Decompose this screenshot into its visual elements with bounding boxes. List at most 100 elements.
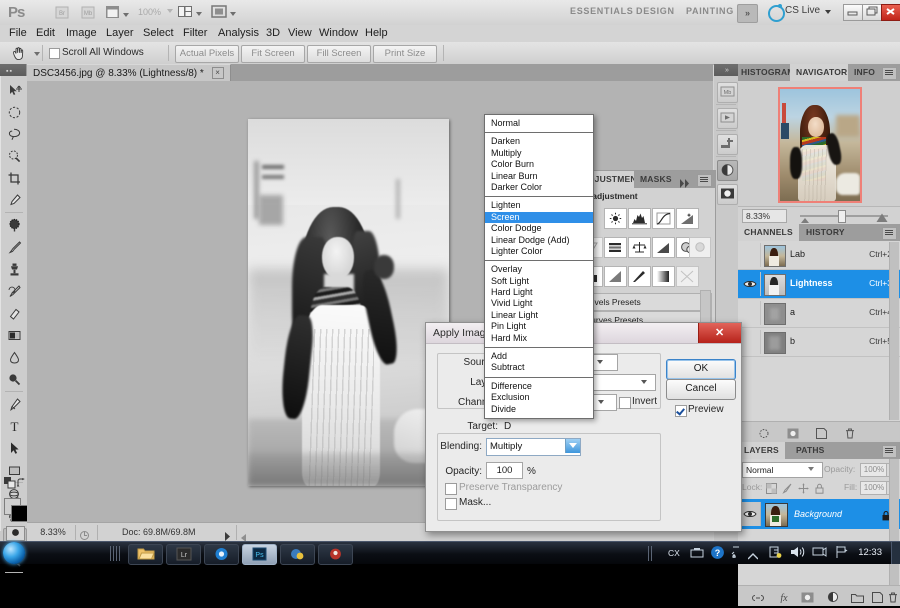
- actual-pixels-button[interactable]: Actual Pixels: [175, 45, 239, 63]
- mini-bridge-button[interactable]: Mb: [78, 4, 100, 23]
- swap-colors-icon[interactable]: [17, 476, 27, 494]
- blend-option-subtract[interactable]: Subtract: [485, 362, 593, 373]
- bridge-button[interactable]: Br: [52, 4, 74, 23]
- new-group-icon[interactable]: [851, 590, 864, 603]
- blend-option-linear-burn[interactable]: Linear Burn: [485, 171, 593, 182]
- blend-option-lighten[interactable]: Lighten: [485, 200, 593, 211]
- elliptical-marquee-tool[interactable]: [3, 102, 25, 123]
- window-close-button[interactable]: [881, 4, 900, 21]
- brightness-contrast-icon[interactable]: [604, 208, 627, 229]
- tray-action-center-icon[interactable]: [768, 545, 782, 564]
- delete-layer-icon[interactable]: [888, 590, 900, 603]
- menu-edit[interactable]: Edit: [32, 27, 59, 40]
- curves-icon[interactable]: [652, 208, 675, 229]
- blend-option-linear-dodge-add[interactable]: Linear Dodge (Add): [485, 235, 593, 246]
- tray-device-icon[interactable]: [690, 546, 704, 564]
- black-white-icon[interactable]: [652, 237, 675, 258]
- view-extras-button[interactable]: [104, 4, 134, 23]
- exposure-icon[interactable]: [676, 208, 699, 229]
- menu-analysis[interactable]: Analysis: [214, 27, 263, 40]
- navigator-panel-menu-icon[interactable]: [882, 67, 897, 80]
- horizontal-type-tool[interactable]: T: [3, 416, 25, 437]
- history-brush-tool[interactable]: [3, 281, 25, 302]
- lock-position-icon[interactable]: [798, 481, 809, 492]
- quick-mask-mode-button[interactable]: [6, 526, 25, 541]
- channel-mixer-icon[interactable]: [689, 237, 711, 258]
- blend-option-pin-light[interactable]: Pin Light: [485, 321, 593, 332]
- show-desktop-button[interactable]: [891, 542, 900, 564]
- new-adjustment-layer-icon[interactable]: [827, 590, 840, 603]
- window-minimize-button[interactable]: [843, 4, 864, 21]
- lock-all-icon[interactable]: [814, 481, 825, 492]
- blend-option-hard-mix[interactable]: Hard Mix: [485, 333, 593, 344]
- eyedropper-tool[interactable]: [3, 190, 25, 211]
- fit-screen-button[interactable]: Fit Screen: [241, 45, 305, 63]
- threshold-icon[interactable]: [628, 266, 651, 287]
- layer-chevron-down-icon[interactable]: [641, 380, 647, 384]
- blending-mode-select[interactable]: Multiply: [486, 438, 581, 456]
- clone-stamp-tool[interactable]: [3, 259, 25, 280]
- document-tab[interactable]: DSC3456.jpg @ 8.33% (Lightness/8) * ×: [27, 64, 231, 82]
- menu-window[interactable]: Window: [315, 27, 362, 40]
- adjustments-expand-icon[interactable]: [680, 175, 692, 193]
- path-selection-tool[interactable]: [3, 438, 25, 459]
- layer-name[interactable]: Background: [794, 509, 842, 519]
- fill-screen-button[interactable]: Fill Screen: [307, 45, 371, 63]
- layers-scrollbar[interactable]: [889, 459, 899, 585]
- levels-icon[interactable]: [628, 208, 651, 229]
- document-canvas-image[interactable]: [248, 119, 449, 486]
- arrange-documents-button[interactable]: [176, 4, 206, 23]
- navigator-thumbnail[interactable]: [778, 87, 862, 203]
- tray-flag-icon[interactable]: [834, 545, 848, 564]
- layer-blend-chevron-down-icon[interactable]: [808, 467, 814, 471]
- channel-visibility-toggle[interactable]: [740, 301, 761, 325]
- lasso-tool[interactable]: [3, 124, 25, 145]
- blend-option-lighter-color[interactable]: Lighter Color: [485, 246, 593, 257]
- cs-live-chevron-down-icon[interactable]: [825, 10, 831, 14]
- blend-option-hard-light[interactable]: Hard Light: [485, 287, 593, 298]
- status-doc-info[interactable]: Doc: 69.8M/69.8M: [122, 527, 196, 537]
- windows-start-button[interactable]: [3, 542, 25, 564]
- blend-option-linear-light[interactable]: Linear Light: [485, 310, 593, 321]
- menu-image[interactable]: Image: [62, 27, 101, 40]
- tray-cx-label[interactable]: CX: [668, 548, 680, 558]
- tab-paths[interactable]: PATHS: [790, 442, 831, 459]
- layer-style-icon[interactable]: fx: [777, 590, 790, 603]
- channels-panel-menu-icon[interactable]: [882, 227, 897, 240]
- fill-value[interactable]: 100%: [860, 481, 888, 495]
- crop-tool[interactable]: [3, 168, 25, 189]
- gradient-map-icon[interactable]: [652, 266, 675, 287]
- status-zoom-value[interactable]: 8.33%: [33, 527, 73, 539]
- ok-button[interactable]: OK: [666, 359, 736, 380]
- move-tool[interactable]: [3, 80, 25, 101]
- dock-collapse-handle[interactable]: »: [714, 64, 738, 76]
- color-balance-icon[interactable]: [628, 237, 651, 258]
- history-panel-icon[interactable]: [717, 108, 738, 129]
- hand-tool-icon[interactable]: [10, 45, 27, 62]
- menu-layer[interactable]: Layer: [102, 27, 138, 40]
- blend-option-overlay[interactable]: Overlay: [485, 264, 593, 275]
- taskbar-chrome-button[interactable]: [204, 544, 239, 565]
- lock-transparent-pixels-icon[interactable]: [766, 481, 777, 492]
- cancel-button[interactable]: Cancel: [666, 379, 736, 400]
- taskbar-app5-button[interactable]: [280, 544, 315, 565]
- link-layers-icon[interactable]: [751, 590, 764, 603]
- blend-option-normal[interactable]: Normal: [485, 118, 593, 129]
- levels-presets-item[interactable]: Levels Presets: [580, 293, 712, 311]
- brush-tool[interactable]: [3, 237, 25, 258]
- channel-row-lightness[interactable]: Lightness Ctrl+3: [738, 270, 900, 299]
- zoom-chevron-down-icon[interactable]: [167, 9, 173, 13]
- tab-navigator[interactable]: NAVIGATOR: [790, 64, 853, 81]
- layer-visibility-toggle[interactable]: [740, 502, 761, 526]
- document-tab-close-icon[interactable]: ×: [212, 67, 224, 79]
- channel-row-b[interactable]: b Ctrl+5: [738, 328, 900, 357]
- scroll-all-windows-checkbox[interactable]: [49, 48, 60, 59]
- menu-select[interactable]: Select: [139, 27, 178, 40]
- blend-option-soft-light[interactable]: Soft Light: [485, 276, 593, 287]
- channel-visibility-toggle[interactable]: [740, 243, 761, 267]
- blend-option-vivid-light[interactable]: Vivid Light: [485, 298, 593, 309]
- blend-option-darken[interactable]: Darken: [485, 136, 593, 147]
- taskbar-clock[interactable]: 12:33: [858, 547, 882, 558]
- selective-color-icon[interactable]: [676, 266, 699, 287]
- preview-checkbox[interactable]: [675, 405, 687, 417]
